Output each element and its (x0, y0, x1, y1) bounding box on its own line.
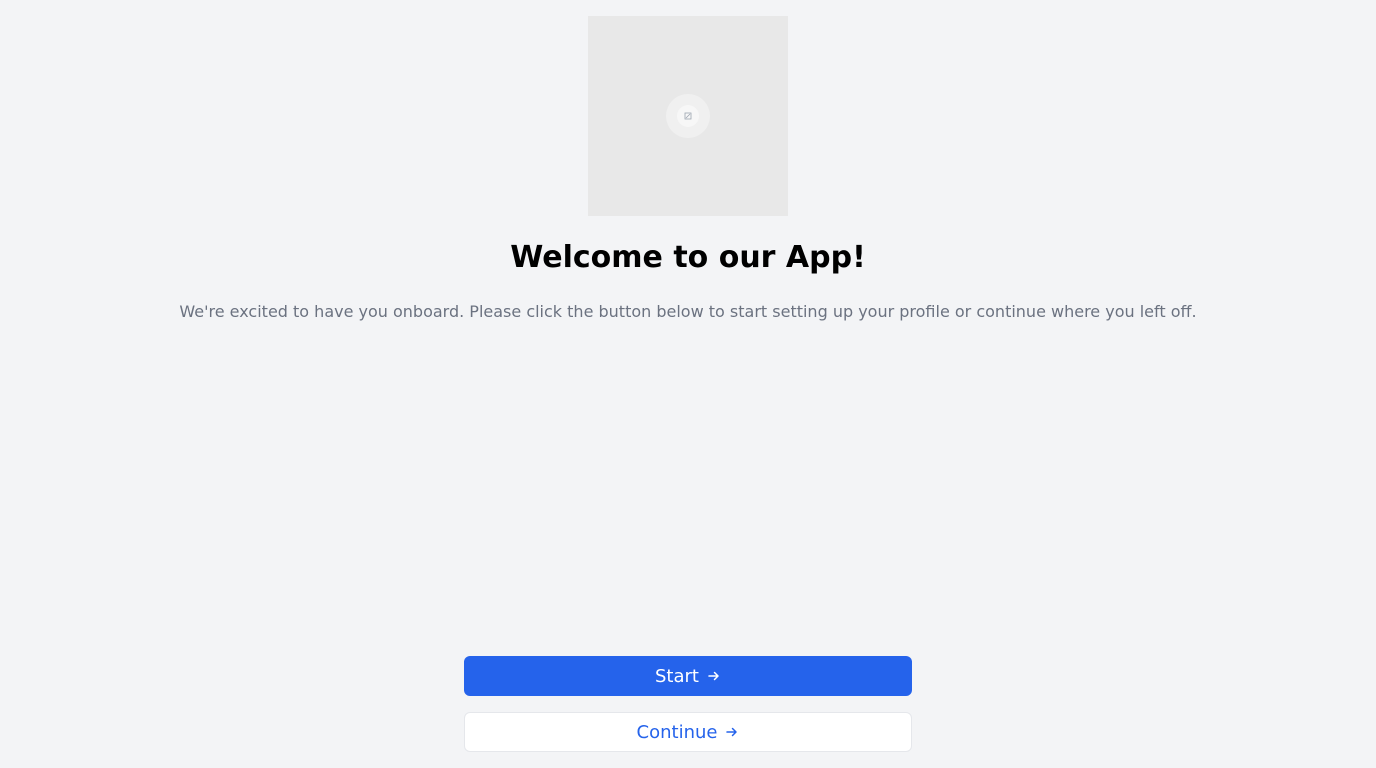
welcome-subtitle: We're excited to have you onboard. Pleas… (179, 302, 1197, 321)
start-button[interactable]: Start (464, 656, 912, 696)
image-placeholder-icon (666, 94, 710, 138)
continue-button[interactable]: Continue (464, 712, 912, 752)
arrow-right-icon (708, 671, 719, 681)
continue-button-label: Continue (636, 721, 718, 743)
page-title: Welcome to our App! (510, 240, 866, 275)
hero-image (588, 16, 788, 216)
start-button-label: Start (655, 665, 699, 687)
arrow-right-icon (726, 727, 738, 737)
